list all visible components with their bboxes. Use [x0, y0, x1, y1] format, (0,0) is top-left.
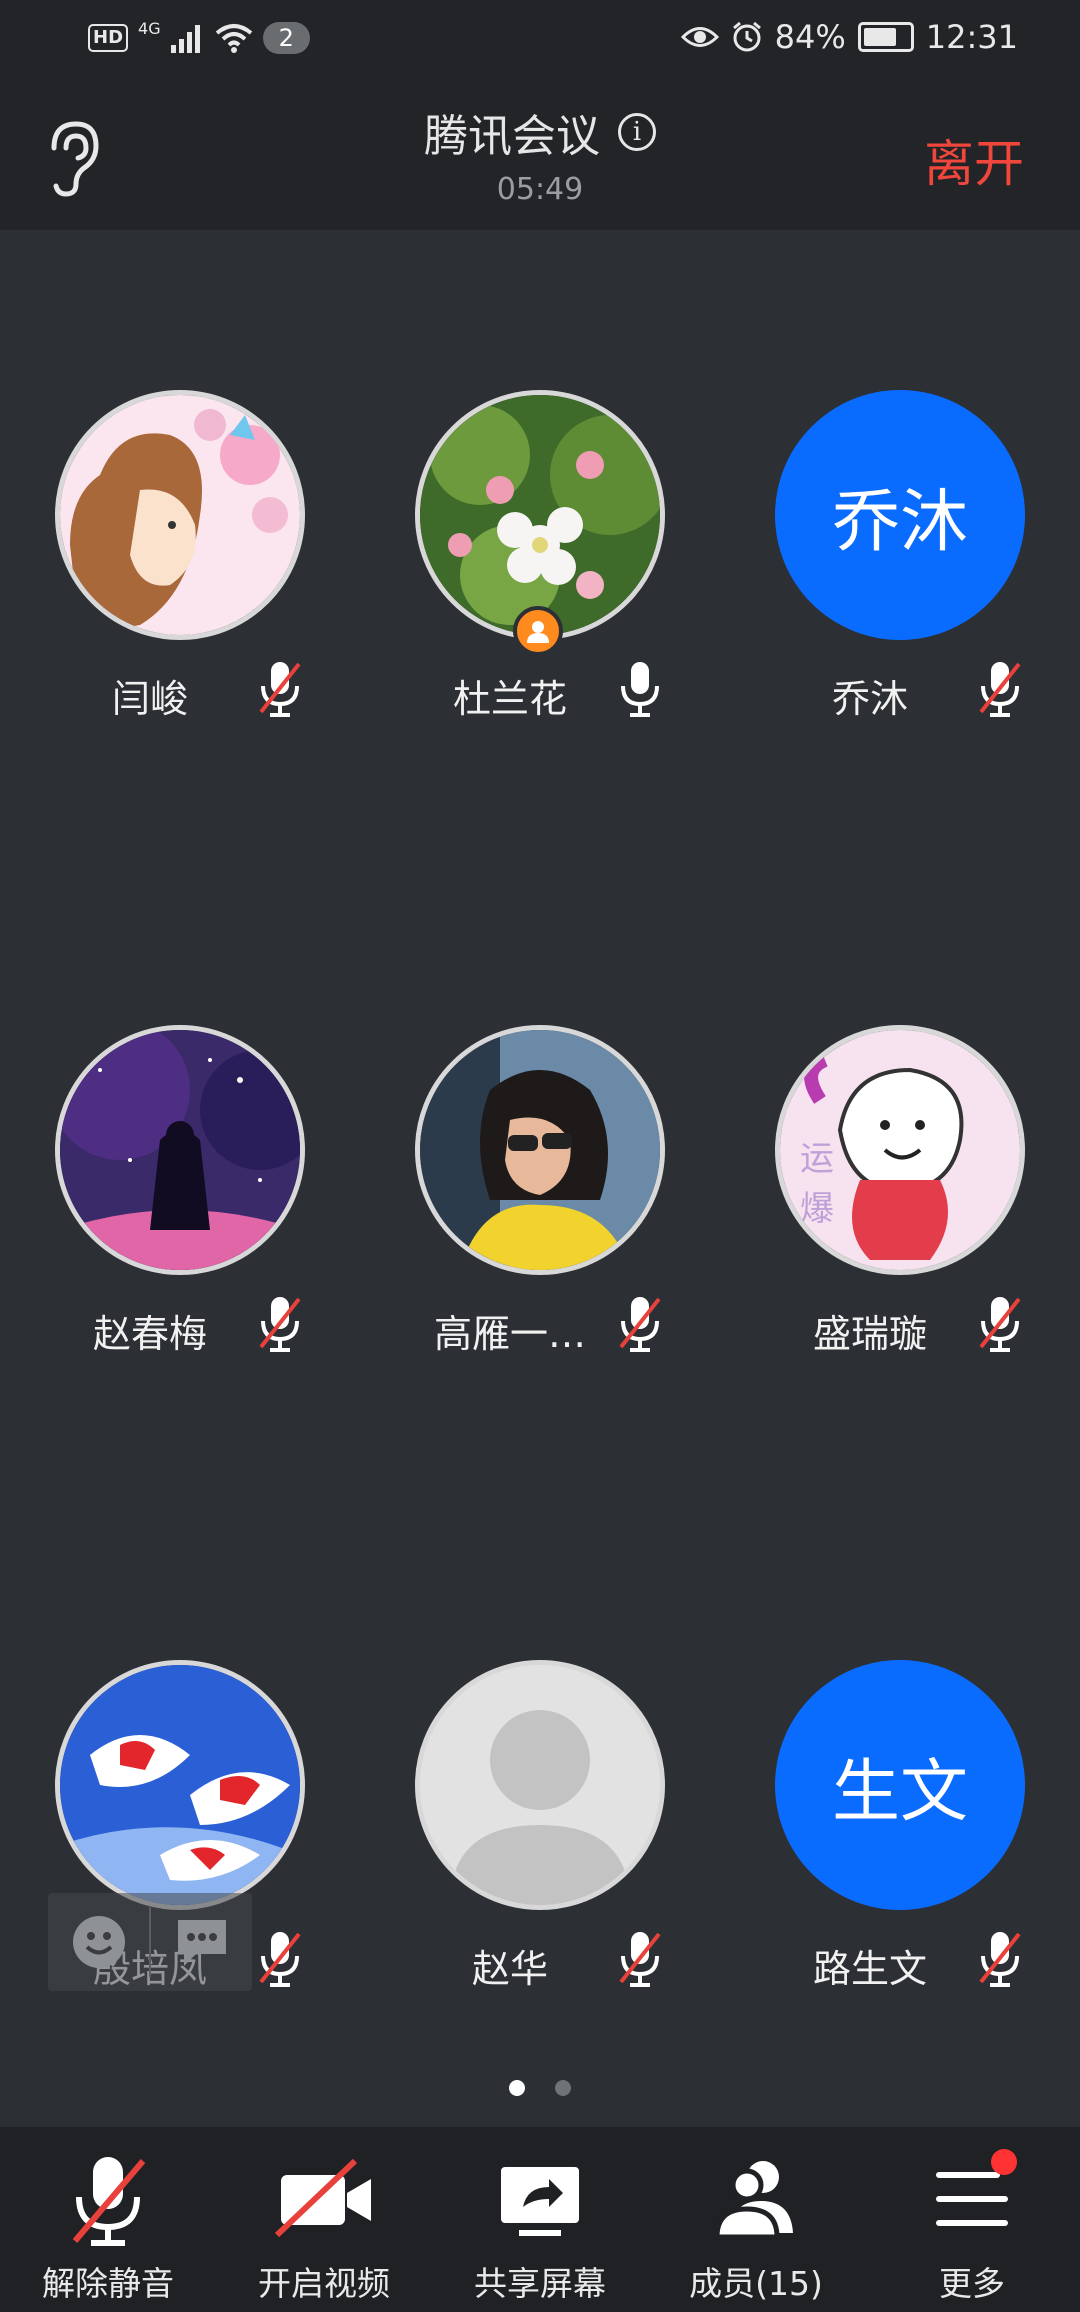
chat-button[interactable] — [151, 1893, 252, 1991]
svg-text:运: 运 — [800, 1139, 834, 1179]
meeting-toolbar: 解除静音 开启视频 共享屏幕 成员(15) 更多 — [0, 2127, 1080, 2312]
avatar: 运 爆 — [775, 1025, 1025, 1275]
more-label: 更多 — [939, 2264, 1005, 2303]
mic-muted-icon — [619, 1297, 661, 1352]
members-label: 成员(15) — [689, 2264, 823, 2303]
more-button[interactable]: 更多 — [864, 2127, 1080, 2312]
notification-dot — [991, 2149, 1017, 2175]
avatar: 生文 — [775, 1660, 1025, 1910]
participant-tile[interactable]: 闫峻 — [0, 390, 360, 730]
emoji-icon — [72, 1916, 125, 1968]
mic-muted-icon — [259, 662, 301, 717]
avatar — [55, 1025, 305, 1275]
avatar — [415, 390, 665, 640]
info-icon[interactable]: i — [618, 113, 656, 151]
avatar — [55, 1660, 305, 1910]
wifi-icon — [215, 24, 252, 53]
alarm-icon — [732, 21, 761, 52]
page-indicator — [0, 2080, 1080, 2096]
notification-count-badge: 2 — [262, 22, 310, 54]
chat-icon — [177, 1920, 226, 1966]
signal-icon — [170, 25, 200, 53]
video-off-icon — [274, 2158, 371, 2238]
status-bar: HD 4G 2 84% 12:31 — [0, 0, 1080, 80]
mic-muted-icon — [619, 1932, 661, 1987]
share-screen-button[interactable]: 共享屏幕 — [432, 2127, 648, 2312]
participant-tile[interactable]: 杜兰花 — [360, 390, 720, 730]
mic-muted-icon — [259, 1932, 301, 1987]
emoji-button[interactable] — [48, 1893, 149, 1991]
mic-muted-icon — [259, 1297, 301, 1352]
battery-percent: 84% — [774, 18, 846, 56]
share-screen-icon — [501, 2167, 579, 2236]
avatar-placeholder — [415, 1660, 665, 1910]
avatar — [415, 1025, 665, 1275]
eye-icon — [680, 27, 719, 47]
network-type: 4G — [138, 18, 161, 38]
unmute-label: 解除静音 — [42, 2264, 174, 2303]
participant-tile[interactable]: 生文 路生文 — [720, 1660, 1080, 2000]
meeting-timer: 05:49 — [496, 172, 584, 207]
members-button[interactable]: 成员(15) — [648, 2127, 864, 2312]
members-icon — [714, 2161, 793, 2240]
avatar: 乔沐 — [775, 390, 1025, 640]
clock: 12:31 — [925, 18, 1018, 56]
unmute-button[interactable]: 解除静音 — [0, 2127, 216, 2312]
floating-reaction-panel — [48, 1893, 252, 1991]
mic-muted-icon — [979, 1297, 1021, 1352]
share-screen-label: 共享屏幕 — [474, 2264, 606, 2303]
battery-icon — [857, 22, 914, 52]
participant-tile[interactable]: 高雁一… — [360, 1025, 720, 1365]
meeting-header: 腾讯会议 i 05:49 离开 — [0, 80, 1080, 230]
hd-icon: HD — [88, 24, 129, 52]
mic-muted-icon — [979, 662, 1021, 717]
host-badge — [513, 606, 563, 656]
leave-button[interactable]: 离开 — [924, 124, 1024, 196]
start-video-button[interactable]: 开启视频 — [216, 2127, 432, 2312]
start-video-label: 开启视频 — [258, 2264, 390, 2303]
participant-tile[interactable]: 赵华 — [360, 1660, 720, 2000]
participant-tile[interactable]: 赵春梅 — [0, 1025, 360, 1365]
more-icon-wrap — [917, 2149, 1027, 2249]
mic-icon — [621, 662, 659, 717]
mic-muted-icon — [72, 2157, 146, 2246]
page-dot-1[interactable] — [509, 2080, 525, 2096]
meeting-title: 腾讯会议 — [424, 111, 600, 162]
svg-text:爆: 爆 — [800, 1189, 834, 1229]
participant-tile[interactable]: 乔沐 乔沐 — [720, 390, 1080, 730]
avatar — [55, 390, 305, 640]
page-dot-2[interactable] — [555, 2080, 571, 2096]
mic-muted-icon — [979, 1932, 1021, 1987]
participant-tile[interactable]: 运 爆 盛瑞璇 — [720, 1025, 1080, 1365]
